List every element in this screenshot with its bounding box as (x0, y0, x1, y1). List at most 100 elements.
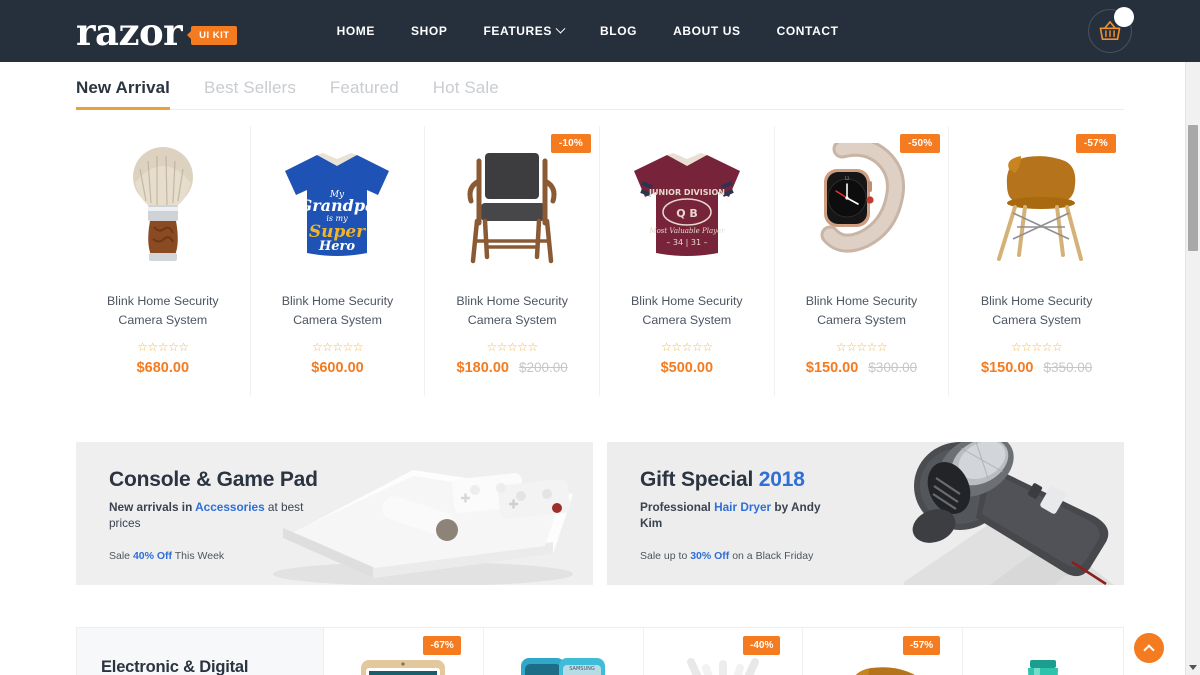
promo-sub-pre: New arrivals in (109, 500, 196, 514)
site-header: razor UI KIT HOME SHOP FEATURES BLOG ABO… (0, 0, 1200, 62)
product-title: Blink Home Security Camera System (631, 294, 743, 327)
product-image: JUNIOR DIVISION Q B Most Valuable Player… (608, 140, 766, 270)
promo-sub-link[interactable]: Accessories (195, 500, 265, 514)
electronic-digital-section: Electronic & Digital -67% 9:41 (76, 627, 1124, 675)
page-root: razor UI KIT HOME SHOP FEATURES BLOG ABO… (0, 0, 1200, 675)
tab-featured[interactable]: Featured (330, 78, 399, 109)
price-row: $680.00 (84, 360, 242, 376)
product-card[interactable]: Blink Home Security Camera System ☆☆☆☆☆ … (76, 126, 251, 396)
discount-badge: -57% (1075, 134, 1116, 153)
product-title: Blink Home Security Camera System (281, 294, 394, 327)
product-card[interactable]: -57% Blink Home Security Camera System ☆… (949, 126, 1124, 396)
promo-note-highlight: 40% Off (132, 550, 173, 562)
product-old-price: $350.00 (1043, 360, 1093, 375)
product-image (433, 140, 591, 270)
product-title: Blink Home Security Camera System (805, 294, 918, 327)
promo-note: Sale up to 30% Off on a Black Friday (640, 550, 1124, 562)
svg-text:Most Valuable Player: Most Valuable Player (648, 227, 725, 235)
discount-badge: -67% (423, 636, 461, 655)
nav-label: BLOG (600, 24, 638, 38)
page-scrollbar[interactable] (1185, 62, 1200, 675)
section-product-grid: -67% 9:41 (324, 628, 1123, 675)
promo-note-post: This Week (172, 550, 225, 562)
cosmetic-tube-icon (1028, 660, 1059, 675)
product-tabs-bar: New Arrival Best Sellers Featured Hot Sa… (0, 62, 1200, 110)
product-card[interactable]: JUNIOR DIVISION Q B Most Valuable Player… (600, 126, 775, 396)
promo-banner-gift[interactable]: Gift Special 2018 Professional Hair Drye… (607, 442, 1124, 585)
brand-badge: UI KIT (191, 25, 237, 45)
nav-item-shop[interactable]: SHOP (411, 24, 447, 38)
chevron-up-icon (1143, 643, 1155, 656)
phone-icon: 12:45 SAMSUNG (521, 658, 606, 675)
nav-item-about-us[interactable]: ABOUT US (673, 24, 740, 38)
nav-item-blog[interactable]: BLOG (600, 24, 637, 38)
product-card[interactable]: -50% 12 Blink Home Security Camera Syste… (775, 126, 950, 396)
section-product-card[interactable] (963, 628, 1123, 675)
main-nav: HOME SHOP FEATURES BLOG ABOUT US CONTACT (337, 23, 839, 38)
product-old-price: $300.00 (868, 360, 918, 375)
smart-watch-icon: 12 (820, 143, 906, 253)
nav-item-home[interactable]: HOME (337, 24, 375, 38)
product-card[interactable]: -10% Blink Home Security Camera System ☆… (425, 126, 600, 396)
promo-sub-link[interactable]: Hair Dryer (714, 500, 771, 514)
product-price: $500.00 (660, 360, 714, 376)
orange-chair-icon (855, 667, 915, 675)
promo-sub-pre: Professional (640, 500, 715, 514)
product-price: $150.00 (981, 360, 1034, 376)
nav-item-features[interactable]: FEATURES (483, 23, 566, 38)
chevron-down-icon (555, 23, 566, 34)
promo-subtitle: New arrivals in Accessories at best pric… (109, 499, 314, 531)
discount-badge: -57% (902, 636, 941, 655)
scroll-to-top-button[interactable] (1134, 633, 1164, 663)
product-image: My Grandpa is my Super Hero (259, 140, 417, 270)
brand-logo[interactable]: razor UI KIT (76, 13, 237, 50)
product-price: $680.00 (136, 360, 190, 376)
rating-stars: ☆☆☆☆☆ (311, 340, 364, 354)
section-product-card[interactable]: -67% 9:41 (324, 628, 484, 675)
scrollbar-thumb[interactable] (1188, 125, 1198, 251)
nav-label: ABOUT US (673, 24, 741, 38)
product-image (957, 140, 1116, 270)
nav-label: FEATURES (483, 24, 553, 38)
svg-text:JUNIOR DIVISION: JUNIOR DIVISION (648, 188, 725, 197)
product-title: Blink Home Security Camera System (107, 294, 219, 327)
nav-label: CONTACT (776, 24, 839, 38)
promo-banner-console[interactable]: Console & Game Pad New arrivals in Acces… (76, 442, 593, 585)
tab-new-arrival[interactable]: New Arrival (76, 78, 171, 110)
rating-stars: ☆☆☆☆☆ (835, 340, 888, 354)
discount-badge: -50% (900, 134, 941, 153)
rating-stars: ☆☆☆☆☆ (137, 340, 189, 354)
caret-down-icon[interactable] (1189, 665, 1197, 670)
nav-item-contact[interactable]: CONTACT (777, 24, 839, 38)
shaving-brush-icon (132, 147, 193, 261)
section-product-card[interactable]: 12:45 SAMSUNG (484, 628, 644, 675)
cart-button[interactable] (1088, 7, 1134, 53)
tab-best-sellers[interactable]: Best Sellers (204, 78, 296, 109)
promo-title: Console & Game Pad (109, 468, 593, 492)
price-row: $150.00 $350.00 (957, 360, 1116, 376)
product-old-price: $200.00 (518, 360, 568, 375)
svg-text:Hero: Hero (318, 239, 355, 254)
cart-count-badge (1114, 7, 1134, 27)
discount-badge: -40% (743, 636, 781, 655)
tablet-icon: 9:41 (361, 660, 446, 675)
promo-note: Sale 40% Off This Week (109, 550, 593, 562)
product-tabs: New Arrival Best Sellers Featured Hot Sa… (76, 78, 1124, 110)
product-price: $600.00 (311, 360, 364, 376)
svg-text:– 34 | 31 –: – 34 | 31 – (666, 238, 707, 247)
product-card[interactable]: My Grandpa is my Super Hero Blink Home S… (251, 126, 426, 396)
nav-label: SHOP (411, 24, 448, 38)
tab-hot-sale[interactable]: Hot Sale (433, 78, 499, 109)
promo-note-pre: Sale (109, 550, 133, 562)
svg-text:SAMSUNG: SAMSUNG (569, 666, 595, 672)
makeup-brushes-icon (686, 658, 759, 675)
section-product-card[interactable]: -57% (803, 628, 964, 675)
rating-stars: ☆☆☆☆☆ (661, 340, 713, 354)
section-product-card[interactable]: -40% (644, 628, 804, 675)
wooden-lounge-chair-icon (467, 153, 557, 264)
promo-title: Gift Special 2018 (640, 468, 1124, 492)
price-row: $600.00 (259, 360, 417, 376)
product-image: 12 (783, 140, 941, 270)
promo-subtitle: Professional Hair Dryer by Andy Kim (640, 499, 845, 531)
blue-tshirt-icon: My Grandpa is my Super Hero (285, 153, 390, 256)
